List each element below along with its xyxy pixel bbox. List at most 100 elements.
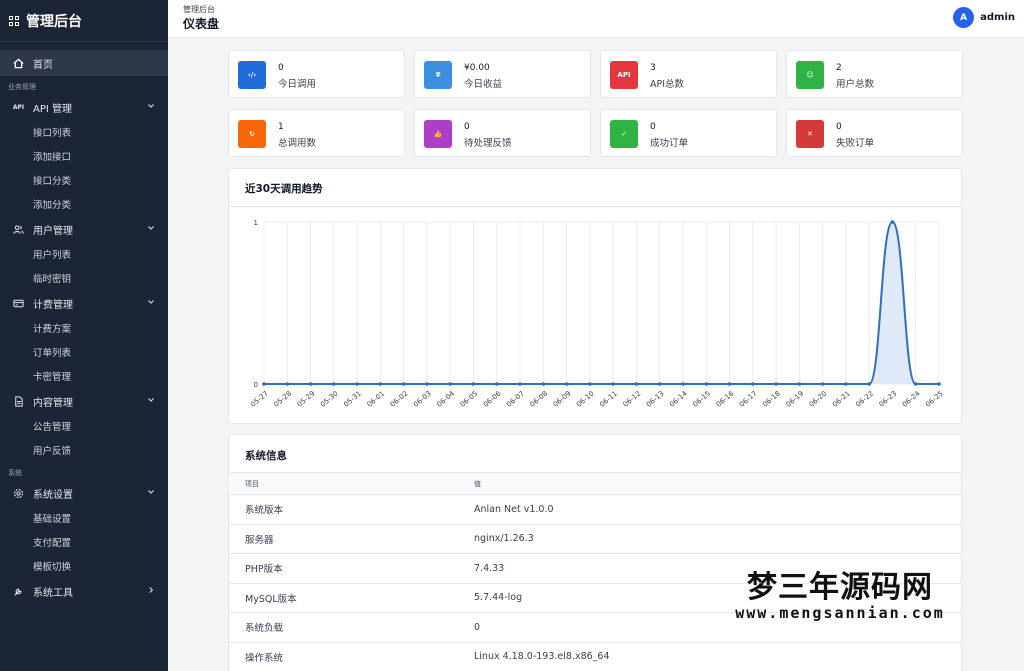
x-tick-label: 06-22 xyxy=(854,390,875,409)
x-tick-label: 06-06 xyxy=(482,389,503,409)
table-row: 服务器 nginx/1.26.3 xyxy=(229,523,961,554)
series-line xyxy=(263,220,939,385)
x-tick-label: 06-23 xyxy=(878,390,899,409)
sidebar-item-add-category[interactable]: 添加分类 xyxy=(0,192,168,216)
x-tick-label: 06-03 xyxy=(412,390,433,409)
stat-label: 成功订单 xyxy=(650,138,689,149)
sidebar-item-home[interactable]: 首页 xyxy=(0,50,168,76)
x-tick-label: 06-19 xyxy=(785,390,806,409)
row-item: 系统版本 xyxy=(245,505,284,517)
series-area xyxy=(264,222,939,384)
stat-card: ¥ ¥0.00 今日收益 xyxy=(414,50,591,98)
sidebar-group-users[interactable]: 用户管理 xyxy=(0,216,168,242)
data-point xyxy=(564,382,569,386)
grid-icon xyxy=(9,15,19,26)
data-point xyxy=(913,382,918,386)
stat-label: 今日调用 xyxy=(278,79,317,90)
data-point xyxy=(634,382,639,386)
data-point xyxy=(820,382,825,386)
row-value: 0 xyxy=(474,621,481,633)
col-item-header: 项目 xyxy=(245,479,259,488)
sidebar-item-api-list[interactable]: 接口列表 xyxy=(0,120,168,144)
sidebar-item-card-key[interactable]: 卡密管理 xyxy=(0,364,168,388)
avatar[interactable]: A xyxy=(953,7,975,28)
data-point xyxy=(890,220,895,224)
section-label: 系统 xyxy=(8,468,22,477)
x-tick-label: 06-10 xyxy=(575,390,596,409)
data-point xyxy=(332,382,336,386)
data-point xyxy=(401,382,406,386)
stat-label: 待处理反馈 xyxy=(464,138,512,149)
stat-card: ↻ 1 总调用数 xyxy=(228,109,405,157)
x-tick-label: 05-30 xyxy=(319,390,340,409)
data-point xyxy=(611,382,615,386)
billing-icon xyxy=(13,298,24,309)
sidebar-item-label: API 管理 xyxy=(33,103,72,115)
sidebar-item-temp-key[interactable]: 临时密钥 xyxy=(0,266,168,290)
stat-value: 0 xyxy=(464,122,470,132)
sidebar-item-api-category[interactable]: 接口分类 xyxy=(0,168,168,192)
sidebar-item-template-switch[interactable]: 模板切换 xyxy=(0,554,168,578)
table-row: 操作系统 Linux 4.18.0-193.el8.x86_64 xyxy=(229,641,961,671)
data-point xyxy=(867,382,871,386)
brand[interactable]: 管理后台 xyxy=(0,0,168,42)
user-menu[interactable]: A admin xyxy=(953,7,1015,28)
data-point xyxy=(704,382,709,386)
row-value: Anlan Net v1.0.0 xyxy=(474,503,554,515)
trend-title: 近30天调用趋势 xyxy=(245,183,323,195)
sidebar-group-billing[interactable]: 计费管理 xyxy=(0,290,168,316)
sidebar-item-order-list[interactable]: 订单列表 xyxy=(0,340,168,364)
stat-card: API 3 API总数 xyxy=(600,50,777,98)
brand-title: 管理后台 xyxy=(26,13,82,30)
x-tick-label: 06-25 xyxy=(924,390,945,409)
chevron-down-icon xyxy=(148,300,154,304)
sysinfo-title: 系统信息 xyxy=(245,450,287,462)
x-tick-label: 05-31 xyxy=(342,390,363,409)
sidebar-item-label: 内容管理 xyxy=(33,397,73,409)
x-tick-label: 06-08 xyxy=(528,390,549,409)
chevron-down-icon xyxy=(148,226,154,230)
x-tick-label: 06-18 xyxy=(761,390,782,409)
sidebar-item-label: 系统设置 xyxy=(33,489,73,501)
sidebar-group-api[interactable]: API API 管理 xyxy=(0,94,168,120)
section-label: 业务管理 xyxy=(8,82,36,91)
stat-label: 总调用数 xyxy=(278,138,317,149)
stat-card: ☺ 2 用户总数 xyxy=(786,50,963,98)
data-point xyxy=(937,382,941,386)
table-row: 系统版本 Anlan Net v1.0.0 xyxy=(229,494,961,524)
data-point xyxy=(727,382,732,386)
stat-card: ✕ 0 失败订单 xyxy=(786,109,963,157)
x-tick-label: 06-11 xyxy=(598,390,619,409)
sidebar-group-settings[interactable]: 系统设置 xyxy=(0,480,168,506)
x-tick-label: 05-28 xyxy=(272,390,293,409)
sidebar-group-tools[interactable]: 系统工具 xyxy=(0,578,168,604)
x-tick-label: 06-12 xyxy=(622,390,643,409)
data-point xyxy=(681,382,685,386)
sidebar-item-payment-config[interactable]: 支付配置 xyxy=(0,530,168,554)
sidebar-group-content[interactable]: 内容管理 xyxy=(0,388,168,414)
username[interactable]: admin xyxy=(980,12,1015,23)
data-point xyxy=(448,382,453,386)
row-item: 系统负载 xyxy=(245,623,284,635)
sidebar-item-feedback[interactable]: 用户反馈 xyxy=(0,438,168,462)
row-item: MySQL版本 xyxy=(245,593,297,605)
x-tick-label: 06-04 xyxy=(435,389,456,409)
row-item: 操作系统 xyxy=(245,652,284,664)
x-tick-label: 06-13 xyxy=(645,390,666,409)
chevron-down-icon xyxy=(148,398,154,402)
sidebar-item-basic-settings[interactable]: 基础设置 xyxy=(0,506,168,530)
sidebar-item-billing-plan[interactable]: 计费方案 xyxy=(0,316,168,340)
data-point xyxy=(471,382,476,386)
x-tick-label: 06-21 xyxy=(831,390,852,409)
sidebar-item-announcement[interactable]: 公告管理 xyxy=(0,414,168,438)
data-point xyxy=(750,382,755,386)
sidebar-item-add-api[interactable]: 添加接口 xyxy=(0,144,168,168)
api-icon: API xyxy=(610,61,638,89)
code-icon: ‹/› xyxy=(238,61,266,89)
sidebar-item-user-list[interactable]: 用户列表 xyxy=(0,242,168,266)
stat-label: 失败订单 xyxy=(836,138,875,149)
home-icon xyxy=(13,58,24,69)
gear-icon xyxy=(13,488,24,499)
breadcrumb[interactable]: 管理后台 xyxy=(183,4,215,15)
data-point xyxy=(518,382,522,386)
